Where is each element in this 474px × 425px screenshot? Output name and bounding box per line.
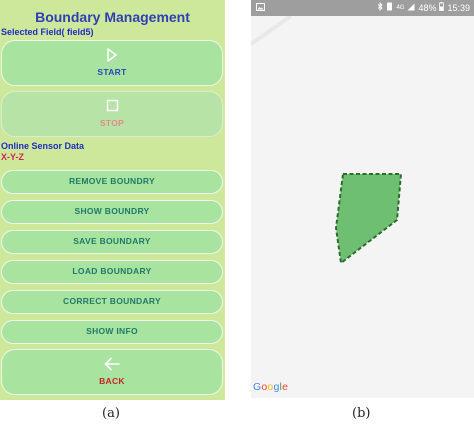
remove-boundary-button[interactable]: REMOVE BOUNDRY [1,170,223,194]
sensor-data-title: Online Sensor Data [1,141,85,151]
network-type: 4G [396,4,405,11]
stop-icon [2,99,222,115]
start-button[interactable]: START [1,40,223,86]
app-title: Boundary Management [35,9,190,25]
google-logo: Google [253,381,289,393]
status-bar: 4G 48% 15:39 [251,0,474,16]
signal-icon [407,3,415,13]
map-screen: 4G 48% 15:39 Google [251,0,474,398]
image-icon [256,3,265,13]
sensor-data-value: X-Y-Z [1,152,25,162]
save-boundary-button[interactable]: SAVE BOUNDARY [1,230,223,254]
caption-a: (a) [102,406,120,421]
back-button-label: BACK [99,376,125,386]
show-info-button[interactable]: SHOW INFO [1,320,223,344]
vibrate-icon [386,2,393,13]
caption-b: (b) [352,406,371,421]
selected-field-label: Selected Field( field5) [1,27,94,37]
bluetooth-icon [377,1,384,13]
stop-button-label: STOP [99,118,125,128]
battery-icon [439,2,445,13]
load-boundary-button[interactable]: LOAD BOUNDARY [1,260,223,284]
start-button-label: START [97,67,127,77]
correct-boundary-button[interactable]: CORRECT BOUNDARY [1,290,223,314]
clock: 15:39 [447,2,470,13]
stop-button[interactable]: STOP [1,91,223,137]
show-boundary-button[interactable]: SHOW BOUNDRY [1,200,223,224]
back-button[interactable]: BACK [1,349,223,395]
boundary-management-screen: Boundary Management Selected Field( fiel… [0,0,225,400]
field-boundary-polygon[interactable] [251,16,474,398]
battery-level: 48% [418,2,437,13]
play-icon [2,48,222,64]
arrow-left-icon [2,357,222,373]
